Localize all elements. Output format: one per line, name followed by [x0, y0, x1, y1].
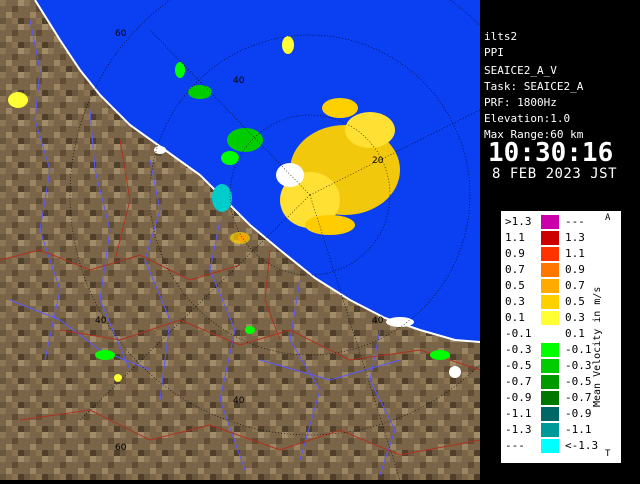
legend-lower-bound: 0.5 [505, 279, 525, 292]
legend-swatch [541, 423, 559, 437]
legend-upper-bound: -0.5 [565, 375, 592, 388]
prf-value: PRF: 1800Hz [484, 96, 557, 109]
legend-upper-bound: --- [565, 215, 585, 228]
range-label: 60 [115, 443, 127, 453]
legend-swatch [541, 439, 559, 453]
legend-lower-bound: >1.3 [505, 215, 532, 228]
legend-upper-bound: 1.1 [565, 247, 585, 260]
legend-lower-bound: -0.5 [505, 359, 532, 372]
legend-upper-bound: -0.3 [565, 359, 592, 372]
legend-upper-bound: <-1.3 [565, 439, 599, 452]
legend-lower-bound: -0.1 [505, 327, 532, 340]
volume-name: SEAICE2_A_V [484, 64, 557, 77]
legend-lower-bound: 1.1 [505, 231, 525, 244]
legend-upper-bound: -0.1 [565, 343, 592, 356]
legend-upper-bound: -0.7 [565, 391, 592, 404]
product-type: PPI [484, 46, 504, 59]
scan-date: 8 FEB 2023 JST [492, 166, 618, 182]
legend-upper-bound: 0.5 [565, 295, 585, 308]
range-label: 40 [233, 76, 245, 86]
legend-corner-t: T [605, 449, 611, 459]
legend-lower-bound: -0.7 [505, 375, 532, 388]
legend-swatch [541, 391, 559, 405]
info-panel: ilts2 PPI SEAICE2_A_V Task: SEAICE2_A PR… [480, 28, 640, 188]
legend-lower-bound: -0.9 [505, 391, 532, 404]
task-name: Task: SEAICE2_A [484, 80, 584, 93]
range-label: 40 [233, 396, 245, 406]
legend-lower-bound: 0.3 [505, 295, 525, 308]
legend-title: Mean Velocity in m/s [592, 286, 603, 407]
range-label: 40 [372, 316, 384, 326]
legend-swatch [541, 263, 559, 277]
legend-swatch [541, 247, 559, 261]
legend-swatch [541, 279, 559, 293]
legend-upper-bound: -1.1 [565, 423, 592, 436]
range-label: 40 [95, 316, 107, 326]
velocity-legend: A T >1.3 --- 1.1 1.3 0.9 1.1 0.7 0.9 0.5 0.7 0.3 0.… [500, 210, 622, 464]
legend-swatch [541, 311, 559, 325]
legend-swatch [541, 295, 559, 309]
legend-swatch [541, 231, 559, 245]
radar-map[interactable]: 60 40 20 40 40 40 60 [0, 0, 551, 481]
scan-time: 10:30:16 [488, 138, 614, 168]
legend-swatch [541, 215, 559, 229]
site-name: ilts2 [484, 30, 518, 43]
legend-upper-bound: 0.1 [565, 327, 585, 340]
legend-swatch [541, 327, 559, 341]
elevation: Elevation:1.0 [484, 112, 571, 125]
legend-upper-bound: 1.3 [565, 231, 585, 244]
legend-lower-bound: -0.3 [505, 343, 532, 356]
radar-ppi-svg: 60 40 20 40 40 40 60 [0, 0, 551, 481]
legend-upper-bound: 0.9 [565, 263, 585, 276]
legend-lower-bound: -1.1 [505, 407, 532, 420]
legend-corner-a: A [605, 213, 611, 223]
legend-swatch [541, 375, 559, 389]
range-label: 20 [372, 156, 384, 166]
legend-lower-bound: 0.1 [505, 311, 525, 324]
legend-swatch [541, 407, 559, 421]
legend-lower-bound: 0.7 [505, 263, 525, 276]
legend-swatch [541, 343, 559, 357]
legend-lower-bound: --- [505, 439, 525, 452]
legend-lower-bound: -1.3 [505, 423, 532, 436]
legend-lower-bound: 0.9 [505, 247, 525, 260]
legend-upper-bound: 0.7 [565, 279, 585, 292]
legend-upper-bound: -0.9 [565, 407, 592, 420]
legend-swatch [541, 359, 559, 373]
legend-upper-bound: 0.3 [565, 311, 585, 324]
range-label: 60 [115, 29, 127, 39]
